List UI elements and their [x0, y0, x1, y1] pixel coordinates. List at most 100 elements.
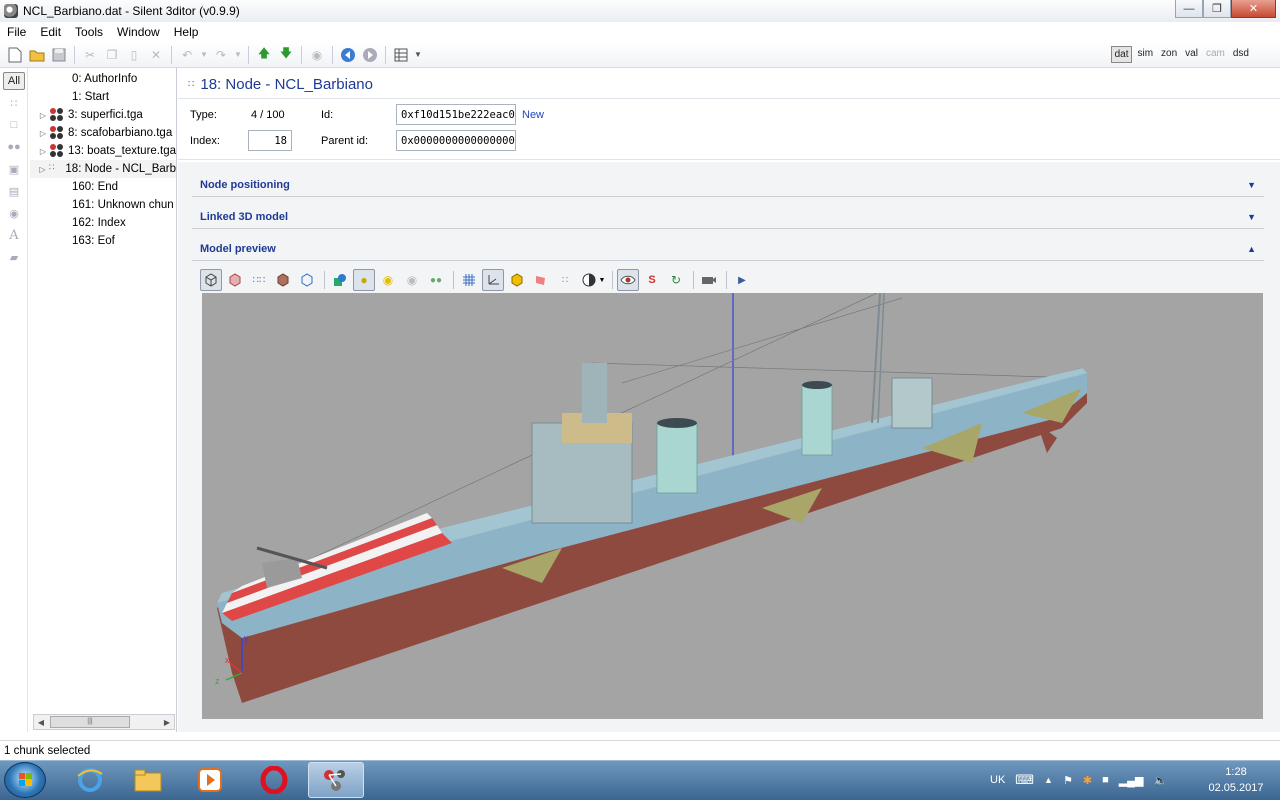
tree-item-selected[interactable]: ▷ ∷ 18: Node - NCL_Barb	[30, 160, 176, 178]
tree-horizontal-scrollbar[interactable]: ◀ ||| ▶	[33, 714, 175, 730]
grid-icon[interactable]	[458, 269, 480, 291]
light-bulb-icon[interactable]: ◉	[377, 269, 399, 291]
parent-id-field[interactable]: 0x0000000000000000	[396, 130, 516, 151]
new-file-icon[interactable]	[5, 45, 25, 65]
tree-item[interactable]: 162: Index	[30, 214, 176, 232]
undo-dropdown-icon[interactable]: ▼	[199, 45, 209, 65]
taskbar-opera-button[interactable]	[246, 762, 302, 798]
light-on-icon[interactable]: ●	[353, 269, 375, 291]
grid-view-icon[interactable]	[391, 45, 411, 65]
axes-icon[interactable]	[482, 269, 504, 291]
language-indicator[interactable]: UK	[990, 774, 1005, 786]
tree-item[interactable]: 1: Start	[30, 88, 176, 106]
expand-arrow-icon[interactable]: ▷	[38, 129, 48, 138]
expand-arrow-icon[interactable]: ▷	[38, 147, 48, 156]
cut-icon[interactable]: ✂	[80, 45, 100, 65]
tree-item[interactable]: 0: AuthorInfo	[30, 70, 176, 88]
multi-light-icon[interactable]: ●●	[425, 269, 447, 291]
redo-dropdown-icon[interactable]: ▼	[233, 45, 243, 65]
filter-text-icon[interactable]: A	[3, 226, 25, 244]
wireframe-box-icon[interactable]	[200, 269, 222, 291]
expand-arrow-icon[interactable]: ▷	[38, 111, 48, 120]
index-field[interactable]: 18	[248, 130, 292, 151]
tree-item[interactable]: ▷ 13: boats_texture.tga	[30, 142, 176, 160]
mode-dat[interactable]: dat	[1110, 46, 1133, 63]
sound-icon[interactable]: S	[641, 269, 663, 291]
save-icon[interactable]	[49, 45, 69, 65]
mode-cam[interactable]: cam	[1203, 46, 1228, 63]
animation-icon[interactable]: ↻	[665, 269, 687, 291]
keyboard-icon[interactable]: ⌨	[1015, 772, 1034, 788]
grid-view-dropdown-icon[interactable]: ▼	[413, 45, 423, 65]
filter-box-icon[interactable]: □	[3, 116, 25, 134]
move-down-icon[interactable]: 🡇	[276, 45, 296, 65]
tree-item[interactable]: 161: Unknown chun	[30, 196, 176, 214]
delete-icon[interactable]: ✕	[146, 45, 166, 65]
flag-icon[interactable]	[530, 269, 552, 291]
forward-icon[interactable]	[360, 45, 380, 65]
section-linked-model[interactable]: Linked 3D model ▼	[192, 205, 1264, 229]
network-icon[interactable]: ■	[1102, 774, 1109, 786]
redo-icon[interactable]: ↷	[211, 45, 231, 65]
model-viewport[interactable]: y x z	[202, 293, 1263, 719]
tray-expand-icon[interactable]: ▲	[1044, 775, 1053, 785]
menu-file[interactable]: File	[0, 25, 33, 39]
copy-icon[interactable]: ❐	[102, 45, 122, 65]
volume-icon[interactable]: 🔈	[1153, 774, 1167, 787]
menu-edit[interactable]: Edit	[33, 25, 68, 39]
mode-sim[interactable]: sim	[1134, 46, 1156, 63]
pin-icon[interactable]: ◉	[307, 45, 327, 65]
menu-help[interactable]: Help	[167, 25, 206, 39]
eye-icon[interactable]	[617, 269, 639, 291]
expand-icon[interactable]: ▼	[1247, 212, 1256, 222]
select-icon[interactable]: ∷	[554, 269, 576, 291]
id-field[interactable]: 0xf10d151be222eac0	[396, 104, 516, 125]
filter-texture-icon[interactable]: ▣	[3, 160, 25, 178]
new-id-link[interactable]: New	[522, 109, 544, 121]
start-button[interactable]	[4, 762, 46, 798]
undo-icon[interactable]: ↶	[177, 45, 197, 65]
scroll-right-icon[interactable]: ▶	[160, 718, 174, 727]
mode-zon[interactable]: zon	[1158, 46, 1180, 63]
taskbar-ie-button[interactable]	[62, 762, 118, 798]
camera-icon[interactable]	[698, 269, 720, 291]
filter-misc-icon[interactable]: ▰	[3, 248, 25, 266]
filter-all-button[interactable]: All	[3, 72, 25, 90]
section-node-positioning[interactable]: Node positioning ▼	[192, 173, 1264, 197]
scrollbar-thumb[interactable]: |||	[50, 716, 130, 728]
collapse-icon[interactable]: ▲	[1247, 244, 1256, 254]
taskbar-silent3ditor-button[interactable]	[308, 762, 364, 798]
vertices-icon[interactable]: ∷∷	[248, 269, 270, 291]
shading-dropdown-icon[interactable]: ▼	[598, 269, 606, 291]
clock[interactable]: 1:28 02.05.2017	[1196, 764, 1276, 798]
textured-box-icon[interactable]	[272, 269, 294, 291]
move-up-icon[interactable]: 🡅	[254, 45, 274, 65]
app-tray-icon[interactable]: ✱	[1083, 774, 1092, 787]
filter-material-icon[interactable]: ●●	[3, 138, 25, 156]
play-icon[interactable]: ▶	[731, 269, 753, 291]
shapes-icon[interactable]	[329, 269, 351, 291]
back-icon[interactable]	[338, 45, 358, 65]
taskbar-media-button[interactable]	[182, 762, 238, 798]
taskbar-explorer-button[interactable]	[120, 762, 176, 798]
section-model-preview[interactable]: Model preview ▲	[192, 237, 1264, 261]
filter-document-icon[interactable]: ▤	[3, 182, 25, 200]
tree-item[interactable]: ▷ 3: superfici.tga	[30, 106, 176, 124]
scroll-left-icon[interactable]: ◀	[34, 718, 48, 727]
menu-window[interactable]: Window	[110, 25, 167, 39]
mode-val[interactable]: val	[1182, 46, 1201, 63]
tree-item[interactable]: 160: End	[30, 178, 176, 196]
minimize-button[interactable]: —	[1175, 0, 1203, 18]
expand-arrow-icon[interactable]: ▷	[38, 165, 47, 174]
filter-node-icon[interactable]: ∷	[3, 94, 25, 112]
maximize-button[interactable]: ❐	[1203, 0, 1231, 18]
filter-sound-icon[interactable]: ◉	[3, 204, 25, 222]
shading-icon[interactable]	[578, 269, 600, 291]
open-folder-icon[interactable]	[27, 45, 47, 65]
tree-item[interactable]: ▷ 8: scafobarbiano.tga	[30, 124, 176, 142]
mode-dsd[interactable]: dsd	[1230, 46, 1252, 63]
solid-box-icon[interactable]	[224, 269, 246, 291]
menu-tools[interactable]: Tools	[68, 25, 110, 39]
expand-icon[interactable]: ▼	[1247, 180, 1256, 190]
flag-icon[interactable]: ⚑	[1063, 774, 1073, 787]
